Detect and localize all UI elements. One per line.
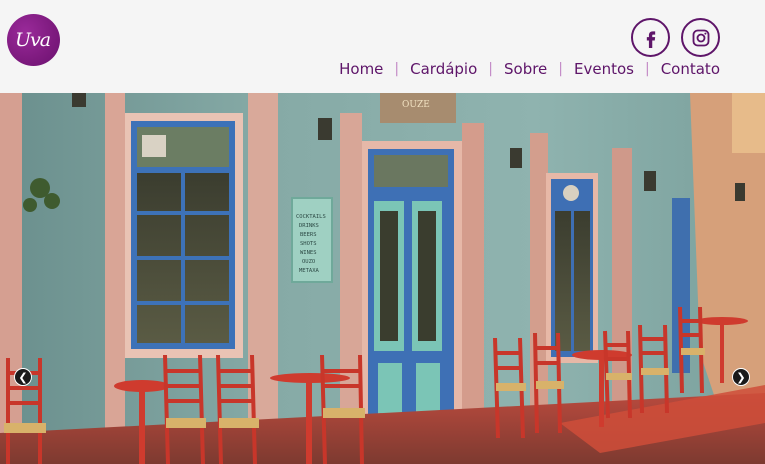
hero-carousel[interactable]: COCKTAILS DRINKS BEERS SHOTS WINES OUZO … [0,93,765,464]
nav-separator: | [644,61,650,77]
nav-contato[interactable]: Contato [661,60,720,78]
svg-text:COCKTAILS: COCKTAILS [296,214,326,220]
hero-image: COCKTAILS DRINKS BEERS SHOTS WINES OUZO … [0,93,765,464]
nav-sobre[interactable]: Sobre [504,60,547,78]
carousel-next-button[interactable]: ❯ [732,368,750,386]
chevron-left-icon: ❮ [18,370,28,384]
nav-separator: | [488,61,493,77]
nav-separator: | [558,61,564,77]
svg-text:SHOTS: SHOTS [300,241,317,247]
svg-text:METAXA: METAXA [299,268,320,274]
brand-logo[interactable]: Uva [7,14,60,66]
nav-eventos[interactable]: Eventos [574,60,634,78]
nav-home[interactable]: Home [339,60,383,78]
nav-cardapio[interactable]: Cardápio [410,60,477,78]
svg-text:OUZE: OUZE [402,100,430,110]
svg-text:OUZO: OUZO [302,259,315,265]
main-nav: Home | Cardápio | Sobre | Eventos | Cont… [339,60,720,78]
nav-separator: | [394,61,400,77]
instagram-icon [692,29,709,46]
logo-text: Uva [14,29,51,51]
chevron-right-icon: ❯ [736,370,746,384]
instagram-button[interactable] [681,18,720,57]
site-header: Uva Home | Cardápio | Sobre | Eventos | … [0,0,765,93]
carousel-prev-button[interactable]: ❮ [14,368,32,386]
svg-text:WINES: WINES [300,250,317,256]
svg-text:DRINKS: DRINKS [299,223,319,229]
svg-text:BEERS: BEERS [300,232,317,238]
facebook-icon [646,30,655,48]
facebook-button[interactable] [631,18,670,57]
